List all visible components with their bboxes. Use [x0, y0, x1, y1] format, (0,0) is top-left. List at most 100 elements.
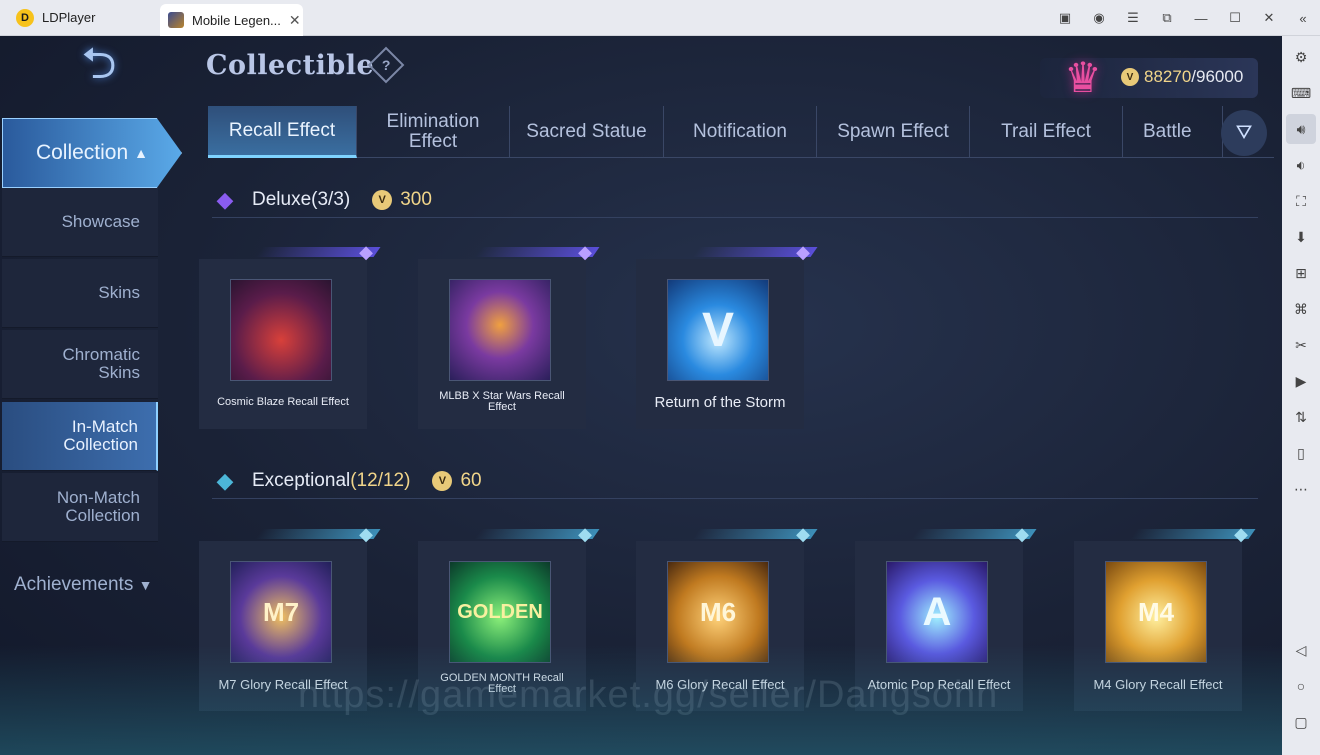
chevron-up-icon: ▲ — [134, 145, 149, 161]
sidebar-item-in-match-collection[interactable]: In-Match Collection — [2, 402, 158, 471]
points-display: 88270/96000 — [1144, 67, 1243, 87]
card-badge: M4 — [1137, 596, 1175, 627]
tab-elimination-effect[interactable]: Elimination Effect — [357, 106, 510, 158]
tab-label: Recall Effect — [228, 119, 336, 141]
emulator-window: D LDPlayer Mobile Legen... ✕ ▣ ◉ ☰ ⧉ — ☐… — [0, 0, 1320, 755]
volume-down-icon[interactable]: 🔉︎ — [1286, 150, 1316, 180]
page-title: Collectible — [206, 50, 375, 81]
record-video-icon[interactable]: ▶ — [1286, 366, 1316, 396]
card-label: Return of the Storm — [654, 393, 786, 411]
collectible-card[interactable]: ◆ MLBB X Star Wars Recall Effect — [418, 242, 600, 429]
section-title: Exceptional(12/12) — [252, 470, 410, 492]
collectible-card[interactable]: ◆ M4 M4 Glory Recall Effect — [1074, 524, 1256, 711]
sidebar-item-non-match-collection[interactable]: Non-Match Collection — [2, 473, 158, 542]
tab-close-icon[interactable]: ✕ — [289, 12, 301, 29]
golden-month-image: GOLDEN — [449, 561, 551, 663]
achievements-label: Achievements — [14, 574, 134, 595]
section-deluxe: ◆ Deluxe(3/3) V 300 — [212, 182, 1258, 218]
section-title-count: (12/12) — [350, 469, 411, 491]
home-nav-icon[interactable]: ○ — [1286, 671, 1316, 701]
card-label: M6 Glory Recall Effect — [655, 676, 785, 692]
window-mode-icon[interactable]: ⧉ — [1150, 0, 1184, 36]
account-icon[interactable]: ◉ — [1082, 0, 1116, 36]
diamond-corner-icon: ◆ — [578, 523, 592, 544]
settings-gear-icon[interactable]: ⚙ — [1286, 42, 1316, 72]
category-tabs: Recall Effect Elimination Effect Sacred … — [208, 106, 1274, 158]
tab-label: Elimination Effect — [386, 111, 480, 152]
tab-label: Sacred Statue — [526, 121, 647, 142]
return-of-storm-image: V — [667, 279, 769, 381]
sidebar-item-label: Chromatic Skins — [62, 345, 140, 382]
controller-icon[interactable]: ⌘ — [1286, 294, 1316, 324]
tab-mobile-legends[interactable]: Mobile Legen... ✕ — [160, 4, 303, 36]
maximize-button[interactable]: ☐ — [1218, 0, 1252, 36]
sync-icon[interactable]: ⇅ — [1286, 402, 1316, 432]
collectible-card[interactable]: ◆ M7 M7 Glory Recall Effect — [199, 524, 381, 711]
diamond-corner-icon: ◆ — [1234, 523, 1248, 544]
apk-install-icon[interactable]: ⬇ — [1286, 222, 1316, 252]
diamond-corner-icon: ◆ — [1015, 523, 1029, 544]
watermark-text: https://gamemarket.gg/seller/Dangsohn — [298, 674, 999, 716]
coin-icon: V — [432, 470, 453, 491]
diamond-corner-icon: ◆ — [359, 523, 373, 544]
tab-notification[interactable]: Notification — [664, 106, 817, 158]
sidebar-achievements[interactable]: Achievements ▼ — [14, 574, 152, 596]
sidebar-item-label: In-Match Collection — [63, 417, 138, 454]
section-price: 300 — [400, 188, 432, 210]
ldplayer-logo-icon: D — [16, 9, 34, 27]
back-nav-icon[interactable]: ◁ — [1286, 635, 1316, 665]
rank-emblem-icon: ♛ — [1064, 53, 1102, 101]
keyboard-icon[interactable]: ⌨ — [1286, 78, 1316, 108]
diamond-corner-icon: ◆ — [796, 241, 810, 262]
points-coin-icon: V — [1121, 68, 1139, 86]
card-label: Cosmic Blaze Recall Effect — [217, 395, 349, 408]
collapse-sidebar-icon[interactable]: « — [1286, 0, 1320, 36]
screenshot-icon[interactable]: ⛶ — [1286, 186, 1316, 216]
star-wars-recall-image — [449, 279, 551, 381]
sidebar-item-skins[interactable]: Skins — [2, 259, 158, 328]
more-icon[interactable]: ⋯ — [1286, 474, 1316, 504]
tab-label: Battle — [1143, 121, 1192, 142]
app-name: LDPlayer — [42, 10, 96, 25]
card-badge: A — [922, 589, 952, 634]
menu-icon[interactable]: ☰ — [1116, 0, 1150, 36]
card-label: Atomic Pop Recall Effect — [867, 676, 1011, 692]
question-icon: ? — [381, 57, 391, 73]
exceptional-gem-icon: ◆ — [216, 467, 234, 493]
tab-label: Spawn Effect — [837, 121, 949, 142]
shake-icon[interactable]: ▯ — [1286, 438, 1316, 468]
collectible-card[interactable]: ◆ M6 M6 Glory Recall Effect — [636, 524, 818, 711]
sidebar-item-chromatic-skins[interactable]: Chromatic Skins — [2, 330, 158, 399]
emulator-toolbar: ⚙ ⌨ 🔊︎ 🔉︎ ⛶ ⬇ ⊞ ⌘ ✂ ▶ ⇅ ▯ ⋯ ◁ ○ ▢ — [1282, 36, 1320, 755]
sidebar-item-label: Showcase — [61, 212, 140, 231]
diamond-corner-icon: ◆ — [796, 523, 810, 544]
card-label: M7 Glory Recall Effect — [218, 676, 348, 692]
coin-icon: V — [372, 189, 393, 210]
m7-glory-image: M7 — [230, 561, 332, 663]
collectible-card[interactable]: ◆ GOLDEN GOLDEN MONTH Recall Effect — [418, 524, 600, 711]
tab-sacred-statue[interactable]: Sacred Statue — [510, 106, 664, 158]
chevron-down-icon: ▼ — [138, 577, 153, 593]
points-total: /96000 — [1191, 67, 1244, 86]
tab-spawn-effect[interactable]: Spawn Effect — [817, 106, 970, 158]
tab-recall-effect[interactable]: Recall Effect — [208, 106, 357, 158]
collectible-card[interactable]: ◆ A Atomic Pop Recall Effect — [855, 524, 1037, 711]
sidebar-item-showcase[interactable]: Showcase — [2, 188, 158, 257]
tab-title: Mobile Legen... — [192, 12, 281, 28]
filter-icon[interactable]: ⛛ — [1221, 110, 1267, 156]
tab-trail-effect[interactable]: Trail Effect — [970, 106, 1123, 158]
sidebar-collection[interactable]: Collection ▲ — [2, 118, 182, 188]
minimize-button[interactable]: — — [1184, 0, 1218, 36]
gift-icon[interactable]: ▣ — [1048, 0, 1082, 36]
tab-battle[interactable]: Battle — [1123, 106, 1223, 158]
collectible-card[interactable]: ◆ V Return of the Storm — [636, 242, 818, 429]
volume-up-icon[interactable]: 🔊︎ — [1286, 114, 1316, 144]
collectible-card[interactable]: ◆ Cosmic Blaze Recall Effect — [199, 242, 381, 429]
close-button[interactable]: ✕ — [1252, 0, 1286, 36]
scissors-icon[interactable]: ✂ — [1286, 330, 1316, 360]
sidebar-collection-label: Collection — [35, 141, 129, 164]
m6-glory-image: M6 — [667, 561, 769, 663]
add-window-icon[interactable]: ⊞ — [1286, 258, 1316, 288]
recent-apps-icon[interactable]: ▢ — [1286, 707, 1316, 737]
back-arrow-icon[interactable]: ⮌ — [62, 39, 136, 88]
